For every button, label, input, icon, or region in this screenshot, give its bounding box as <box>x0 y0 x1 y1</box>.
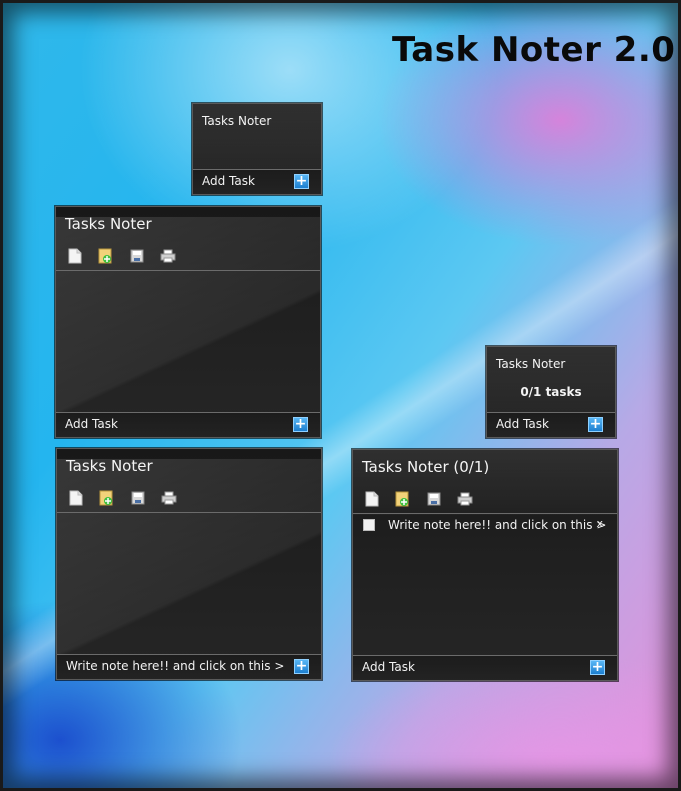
task-list-widget: Tasks Noter (0/1) Write note here!! and … <box>352 449 618 681</box>
open-icon[interactable] <box>394 490 412 508</box>
add-task-button[interactable]: + <box>294 174 309 189</box>
widget-toolbar <box>66 247 177 265</box>
new-note-icon[interactable] <box>66 247 84 265</box>
app-headline: Task Noter 2.0 <box>392 30 676 70</box>
add-task-button[interactable]: + <box>293 417 308 432</box>
widget-footer: Add Task + <box>353 655 617 680</box>
add-task-label[interactable]: Add Task <box>202 174 255 188</box>
add-task-label[interactable]: Add Task <box>496 417 549 431</box>
editing-widget: Tasks Noter Write note here!! and click … <box>56 448 322 680</box>
mini-widget: Tasks Noter Add Task + <box>192 103 322 195</box>
task-count: 0/1 tasks <box>520 385 582 399</box>
widget-title: Tasks Noter <box>202 114 272 128</box>
task-item: Write note here!! and click on this > x <box>363 517 607 536</box>
widget-toolbar <box>67 489 178 507</box>
new-note-icon[interactable] <box>363 490 381 508</box>
add-task-label[interactable]: Add Task <box>65 417 118 431</box>
print-icon[interactable] <box>456 490 474 508</box>
widget-toolbar <box>363 490 474 508</box>
add-task-button[interactable]: + <box>590 660 605 675</box>
save-icon[interactable] <box>425 490 443 508</box>
widget-footer: Add Task + <box>56 412 320 437</box>
toolbar-divider <box>56 270 320 271</box>
widget-title: Tasks Noter <box>496 357 566 371</box>
widget-footer: Add Task + <box>193 169 321 194</box>
save-icon[interactable] <box>129 489 147 507</box>
widget-title: Tasks Noter (0/1) <box>362 458 490 476</box>
task-checkbox[interactable] <box>363 519 375 531</box>
widget-footer: Write note here!! and click on this > + <box>57 654 321 679</box>
expanded-widget: Tasks Noter Add Task + <box>55 206 321 438</box>
new-note-icon[interactable] <box>67 489 85 507</box>
widget-title: Tasks Noter <box>65 215 152 233</box>
remove-task-button[interactable]: x <box>596 517 603 530</box>
add-task-button[interactable]: + <box>294 659 309 674</box>
widget-footer: Add Task + <box>487 412 615 437</box>
toolbar-divider <box>57 512 321 513</box>
print-icon[interactable] <box>160 489 178 507</box>
task-text[interactable]: Write note here!! and click on this > <box>388 518 606 532</box>
open-icon[interactable] <box>97 247 115 265</box>
mini-count-widget: Tasks Noter 0/1 tasks Add Task + <box>486 346 616 438</box>
save-icon[interactable] <box>128 247 146 265</box>
widget-title: Tasks Noter <box>66 457 153 475</box>
toolbar-divider <box>353 513 617 514</box>
add-task-label[interactable]: Add Task <box>362 660 415 674</box>
add-task-button[interactable]: + <box>588 417 603 432</box>
task-input[interactable]: Write note here!! and click on this > <box>66 659 284 673</box>
open-icon[interactable] <box>98 489 116 507</box>
print-icon[interactable] <box>159 247 177 265</box>
